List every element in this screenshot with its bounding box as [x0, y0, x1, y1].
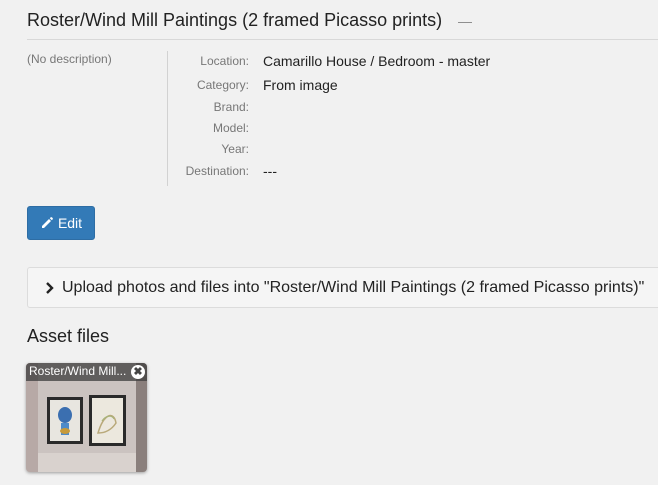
category-value: From image: [263, 77, 338, 93]
location-value: Camarillo House / Bedroom - master: [263, 53, 491, 69]
edit-button-label: Edit: [57, 215, 83, 231]
model-label: Model:: [212, 121, 249, 135]
page-header: Roster/Wind Mill Paintings (2 framed Pic…: [27, 8, 658, 40]
asset-file-thumbnail[interactable]: Roster/Wind Mill... ✖: [26, 363, 147, 472]
asset-description: (No description): [27, 52, 112, 66]
pencil-icon: [40, 216, 54, 230]
page-title: Roster/Wind Mill Paintings (2 framed Pic…: [27, 10, 443, 30]
asset-files-heading: Asset files: [27, 326, 110, 346]
category-label: Category:: [196, 78, 249, 92]
asset-file-caption: Roster/Wind Mill...: [26, 363, 147, 381]
close-icon[interactable]: ✖: [131, 365, 145, 379]
edit-button[interactable]: Edit: [27, 206, 95, 240]
chevron-right-icon: [45, 281, 62, 294]
destination-label: Destination:: [185, 164, 249, 178]
title-dash: —: [458, 13, 472, 29]
brand-label: Brand:: [213, 100, 249, 114]
upload-panel-label: Upload photos and files into "Roster/Win…: [62, 278, 645, 296]
location-label: Location:: [200, 54, 249, 68]
upload-panel-toggle[interactable]: Upload photos and files into "Roster/Win…: [27, 267, 658, 308]
year-label: Year:: [221, 142, 249, 156]
divider: [167, 51, 168, 186]
destination-value: ---: [263, 163, 277, 179]
